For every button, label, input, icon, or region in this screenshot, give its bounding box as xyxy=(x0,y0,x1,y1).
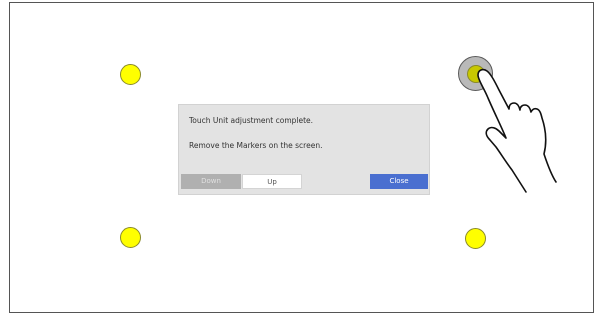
marker-bottom-left[interactable] xyxy=(120,227,141,248)
down-button[interactable]: Down xyxy=(181,174,241,189)
pointing-hand-icon xyxy=(477,68,557,193)
close-button[interactable]: Close xyxy=(370,174,428,189)
adjustment-complete-dialog: Touch Unit adjustment complete. Remove t… xyxy=(178,104,430,195)
up-button[interactable]: Up xyxy=(242,174,302,189)
marker-top-left[interactable] xyxy=(120,64,141,85)
dialog-message-line1: Touch Unit adjustment complete. xyxy=(189,116,314,125)
marker-bottom-right[interactable] xyxy=(465,228,486,249)
dialog-message-line2: Remove the Markers on the screen. xyxy=(189,141,323,150)
